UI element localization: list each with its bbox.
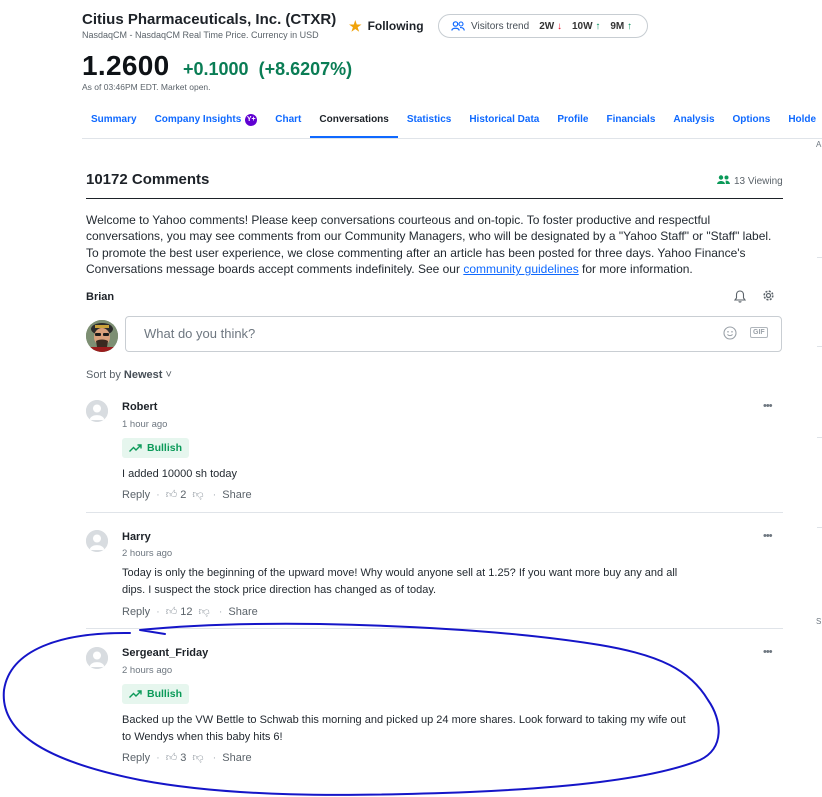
comment-author[interactable]: Sergeant_Friday — [122, 647, 208, 659]
visitors-trend-button[interactable]: Visitors trend 2W ↓ 10W ↑ 9M ↑ — [438, 14, 648, 38]
trend-2w: 2W ↓ — [539, 20, 562, 32]
reply-button[interactable]: Reply — [122, 606, 150, 618]
more-options-icon[interactable]: ••• — [763, 400, 773, 412]
company-name: Citius Pharmaceuticals, Inc. (CTXR) — [82, 11, 337, 28]
tab-company-insights[interactable]: Company Insights Y+ — [146, 106, 267, 138]
sort-dropdown[interactable]: Sort by Newest ˅ — [86, 369, 172, 381]
comment-text: I added 10000 sh today — [122, 468, 237, 480]
market-status: As of 03:46PM EDT. Market open. — [82, 82, 211, 92]
tab-profile[interactable]: Profile — [548, 106, 597, 138]
tab-summary[interactable]: Summary — [82, 106, 146, 138]
emoji-icon[interactable] — [723, 326, 737, 343]
right-edge-divider — [817, 257, 822, 258]
following-button[interactable]: ★ Following — [349, 19, 424, 33]
comment-text: Backed up the VW Bettle to Schwab this m… — [122, 714, 686, 743]
comment-timestamp: 2 hours ago — [122, 548, 173, 559]
price-change-value: +0.1000 — [183, 59, 249, 79]
sentiment-badge: Bullish — [122, 684, 190, 704]
visitors-trend-label: Visitors trend — [471, 20, 530, 32]
right-edge-fragment-s: S — [816, 617, 822, 626]
thumbs-up-icon[interactable]: 👍︎ — [166, 605, 178, 618]
thumbs-down-icon[interactable]: 👎︎ — [192, 751, 203, 764]
sort-value: Newest — [123, 369, 163, 381]
sentiment-badge: Bullish — [122, 438, 190, 458]
price-change-percent: (+8.6207%) — [258, 59, 353, 79]
right-edge-divider — [817, 527, 822, 528]
more-options-icon[interactable]: ••• — [763, 530, 773, 542]
commenter-avatar — [86, 647, 108, 669]
reply-button[interactable]: Reply — [122, 489, 150, 501]
commenter-avatar — [86, 530, 108, 552]
notification-bell-icon[interactable] — [733, 290, 747, 306]
current-username: Brian — [86, 291, 115, 303]
comment-divider — [86, 628, 783, 629]
comment-input[interactable] — [126, 317, 704, 349]
comment-actions: Reply · 👍︎ 2 👎︎ · Share — [122, 488, 252, 502]
star-icon: ★ — [349, 18, 362, 34]
tab-financials[interactable]: Financials — [597, 106, 664, 138]
comment-text: Today is only the beginning of the upwar… — [122, 567, 678, 596]
quote-nav-tabs: Summary Company Insights Y+ Chart Convers… — [82, 106, 822, 138]
tab-chart[interactable]: Chart — [266, 106, 310, 138]
like-count: 2 — [180, 488, 187, 501]
share-button[interactable]: Share — [222, 489, 251, 501]
more-options-icon[interactable]: ••• — [763, 646, 773, 658]
trend-10w: 10W ↑ — [571, 20, 601, 32]
following-label: Following — [367, 19, 424, 33]
right-edge-fragment-a: A — [816, 140, 822, 149]
tab-analysis[interactable]: Analysis — [664, 106, 723, 138]
visitors-people-icon — [451, 21, 465, 31]
tab-holders[interactable]: Holde — [779, 106, 822, 138]
stock-price: 1.2600 — [82, 50, 170, 81]
tab-conversations[interactable]: Conversations — [310, 106, 399, 138]
commenter-avatar — [86, 400, 108, 422]
trending-up-icon — [129, 444, 142, 452]
thumbs-down-icon[interactable]: 👎︎ — [199, 605, 210, 618]
thumbs-up-icon[interactable]: 👍︎ — [166, 751, 178, 764]
tab-options[interactable]: Options — [724, 106, 780, 138]
viewing-label: 13 Viewing — [734, 175, 783, 187]
share-button[interactable]: Share — [228, 606, 257, 618]
settings-gear-icon[interactable] — [762, 289, 775, 305]
comment-actions: Reply · 👍︎ 3 👎︎ · Share — [122, 751, 252, 765]
tab-historical-data[interactable]: Historical Data — [460, 106, 548, 138]
comment-actions: Reply · 👍︎ 12 👎︎ · Share — [122, 605, 258, 619]
yahoo-plus-badge-icon: Y+ — [245, 114, 258, 126]
exchange-subline: NasdaqCM - NasdaqCM Real Time Price. Cur… — [82, 30, 319, 40]
comment-author[interactable]: Robert — [122, 401, 157, 413]
comments-count-title: 10172 Comments — [86, 171, 210, 188]
right-edge-divider — [817, 437, 822, 438]
welcome-notice: Welcome to Yahoo comments! Please keep c… — [86, 213, 772, 277]
comment-timestamp: 1 hour ago — [122, 419, 168, 430]
chevron-down-icon: ˅ — [165, 369, 172, 381]
right-edge-divider — [817, 346, 822, 347]
comments-header-divider — [86, 198, 783, 199]
comment-author[interactable]: Harry — [122, 531, 151, 543]
community-guidelines-link[interactable]: community guidelines — [463, 262, 578, 276]
viewing-count: 13 Viewing — [717, 175, 783, 187]
trending-up-icon — [129, 690, 142, 698]
thumbs-down-icon[interactable]: 👎︎ — [192, 488, 203, 501]
tab-statistics[interactable]: Statistics — [398, 106, 460, 138]
share-button[interactable]: Share — [222, 752, 251, 764]
price-change: +0.1000 (+8.6207%) — [183, 59, 352, 80]
viewers-icon — [717, 175, 730, 187]
user-avatar — [86, 320, 118, 352]
like-count: 3 — [180, 751, 187, 764]
reply-button[interactable]: Reply — [122, 752, 150, 764]
like-count: 12 — [180, 605, 193, 618]
comment-input-box[interactable] — [125, 316, 782, 352]
thumbs-up-icon[interactable]: 👍︎ — [166, 488, 178, 501]
comment-divider — [86, 512, 783, 513]
comment-timestamp: 2 hours ago — [122, 665, 173, 676]
nav-divider — [82, 138, 822, 139]
gif-button[interactable]: GIF — [750, 327, 768, 338]
trend-9m: 9M ↑ — [610, 20, 632, 32]
